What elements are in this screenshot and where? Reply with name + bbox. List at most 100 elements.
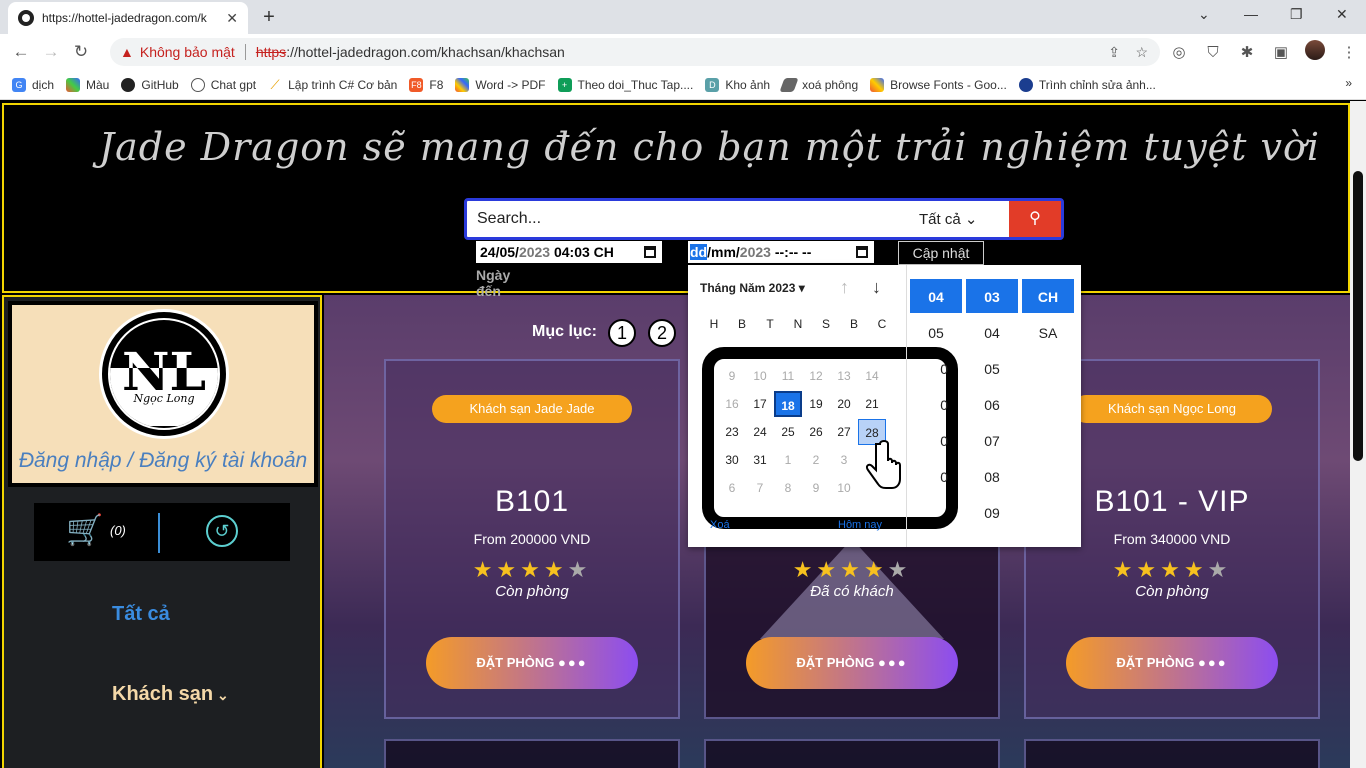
hour-option[interactable]: 05 [910, 315, 962, 351]
calendar-day[interactable]: 2 [802, 447, 830, 473]
hour-option-selected[interactable]: 04 [910, 279, 962, 313]
calendar-day[interactable]: 13 [830, 363, 858, 389]
book-button[interactable]: ĐẶT PHÒNG ●●● [1066, 637, 1278, 689]
hour-option[interactable]: 0 [910, 459, 962, 495]
bookmarks-overflow-icon[interactable]: » [1345, 76, 1352, 90]
minute-option-selected[interactable]: 03 [966, 279, 1018, 313]
page-scrollbar[interactable] [1350, 101, 1366, 768]
minute-column[interactable]: 03 04 05 06 07 08 09 [966, 279, 1018, 531]
star-icon[interactable]: ☆ [1135, 44, 1148, 61]
hour-option[interactable]: 0 [910, 423, 962, 459]
reload-icon[interactable]: ↻ [66, 42, 96, 62]
page-button-1[interactable]: 1 [608, 319, 636, 347]
calendar-day[interactable]: 27 [830, 419, 858, 445]
ampm-option[interactable]: SA [1022, 315, 1074, 351]
side-panel-icon[interactable]: ▣ [1264, 43, 1298, 61]
calendar-day[interactable]: 14 [858, 363, 886, 389]
calendar-day[interactable]: 30 [718, 447, 746, 473]
minute-option[interactable]: 09 [966, 495, 1018, 531]
login-register-link[interactable]: Đăng nhập / Đăng ký tài khoản [12, 449, 314, 473]
today-button[interactable]: Hôm nay [838, 519, 882, 531]
calendar-day[interactable]: 12 [802, 363, 830, 389]
bookmark-item[interactable]: GitHub [121, 77, 179, 92]
next-month-arrow-icon[interactable]: ↓ [872, 277, 881, 298]
book-button[interactable]: ĐẶT PHÒNG ●●● [746, 637, 958, 689]
bookmark-item[interactable]: F8 F8 [409, 77, 443, 92]
calendar-day[interactable]: 24 [746, 419, 774, 445]
search-button[interactable]: ⚲ [1009, 201, 1061, 237]
calendar-day[interactable]: 10 [746, 363, 774, 389]
calendar-day[interactable]: 11 [774, 363, 802, 389]
clear-button[interactable]: Xoá [710, 519, 730, 531]
bookmark-item[interactable]: xoá phông [779, 77, 858, 92]
minute-option[interactable]: 05 [966, 351, 1018, 387]
bookmark-item[interactable]: Trình chỉnh sửa ảnh... [1018, 77, 1156, 92]
minute-option[interactable]: 08 [966, 459, 1018, 495]
menu-kebab-icon[interactable]: ⋮ [1332, 43, 1366, 61]
calendar-day[interactable]: 19 [802, 391, 830, 417]
close-tab-icon[interactable]: ✕ [226, 10, 238, 27]
calendar-day[interactable]: 7 [746, 475, 774, 501]
extension-shield-icon[interactable]: ⛉ [1196, 44, 1230, 61]
menu-item-all[interactable]: Tất cả [112, 603, 170, 626]
ampm-column[interactable]: CH SA [1022, 279, 1074, 351]
security-label[interactable]: Không bảo mật [140, 44, 235, 60]
hour-option[interactable]: 0 [910, 387, 962, 423]
calendar-day[interactable]: 31 [746, 447, 774, 473]
calendar-day[interactable]: 1 [774, 447, 802, 473]
calendar-icon[interactable] [856, 246, 868, 258]
window-close-icon[interactable]: ✕ [1336, 6, 1348, 23]
back-icon[interactable]: ← [6, 42, 36, 62]
forward-icon[interactable]: → [36, 42, 66, 62]
bookmark-item[interactable]: ⟋ Lập trình C# Cơ bản [268, 77, 398, 92]
calendar-day[interactable]: 6 [718, 475, 746, 501]
share-icon[interactable]: ⇪ [1108, 44, 1120, 61]
extensions-puzzle-icon[interactable]: ✱ [1230, 43, 1264, 61]
hour-option[interactable]: 0 [910, 351, 962, 387]
address-bar[interactable]: ▲ Không bảo mật https://hottel-jadedrago… [110, 38, 1160, 66]
minute-option[interactable]: 04 [966, 315, 1018, 351]
calendar-day[interactable]: 25 [774, 419, 802, 445]
new-tab-button[interactable]: + [256, 5, 282, 31]
checkin-date-input[interactable]: 24/05/2023 04:03 CH [476, 241, 662, 263]
calendar-icon[interactable] [644, 246, 656, 258]
calendar-day[interactable]: 9 [802, 475, 830, 501]
calendar-day[interactable]: 8 [774, 475, 802, 501]
url-text[interactable]: https://hottel-jadedragon.com/khachsan/k… [256, 44, 565, 60]
search-input[interactable]: Search... [467, 210, 909, 228]
bookmark-item[interactable]: Chat gpt [190, 77, 256, 92]
calendar-day[interactable]: 16 [718, 391, 746, 417]
month-select[interactable]: Tháng Năm 2023 ▾ [700, 281, 805, 295]
cart-icon[interactable]: 🛒 [66, 513, 103, 548]
prev-month-arrow-icon[interactable]: ↑ [840, 277, 849, 298]
calendar-day[interactable]: 20 [830, 391, 858, 417]
bookmark-item[interactable]: + Theo doi_Thuc Tap.... [557, 77, 693, 92]
page-button-2[interactable]: 2 [648, 319, 676, 347]
tab-search-chevron-icon[interactable]: ⌄ [1198, 6, 1210, 23]
bookmark-item[interactable]: Gdịch [12, 77, 54, 92]
checkout-date-input[interactable]: dd/mm/2023 --:-- -- [688, 241, 874, 263]
bookmark-item[interactable]: D Kho ảnh [705, 77, 770, 92]
search-filter-select[interactable]: Tất cả ⌄ [909, 210, 1009, 228]
restore-icon[interactable]: ❐ [1290, 6, 1303, 23]
update-button[interactable]: Cập nhật [898, 241, 984, 265]
profile-avatar[interactable] [1298, 40, 1332, 64]
menu-item-hotels[interactable]: Khách sạn ⌄ [112, 683, 229, 706]
bookmark-item[interactable]: Browse Fonts - Goo... [870, 77, 1007, 92]
calendar-day[interactable]: 23 [718, 419, 746, 445]
minimize-icon[interactable]: — [1244, 6, 1258, 22]
minute-option[interactable]: 07 [966, 423, 1018, 459]
browser-tab[interactable]: https://hottel-jadedragon.com/k ✕ [8, 2, 248, 34]
calendar-day[interactable]: 3 [830, 447, 858, 473]
extension-compass-icon[interactable]: ◎ [1162, 43, 1196, 61]
book-button[interactable]: ĐẶT PHÒNG ●●● [426, 637, 638, 689]
calendar-day[interactable]: 10 [830, 475, 858, 501]
calendar-day-today[interactable]: 18 [774, 391, 802, 417]
bookmark-item[interactable]: Màu [66, 77, 109, 92]
minute-option[interactable]: 06 [966, 387, 1018, 423]
ampm-option-selected[interactable]: CH [1022, 279, 1074, 313]
calendar-day[interactable]: 26 [802, 419, 830, 445]
calendar-day[interactable]: 17 [746, 391, 774, 417]
calendar-day[interactable]: 9 [718, 363, 746, 389]
bookmark-item[interactable]: Word -> PDF [455, 77, 546, 92]
